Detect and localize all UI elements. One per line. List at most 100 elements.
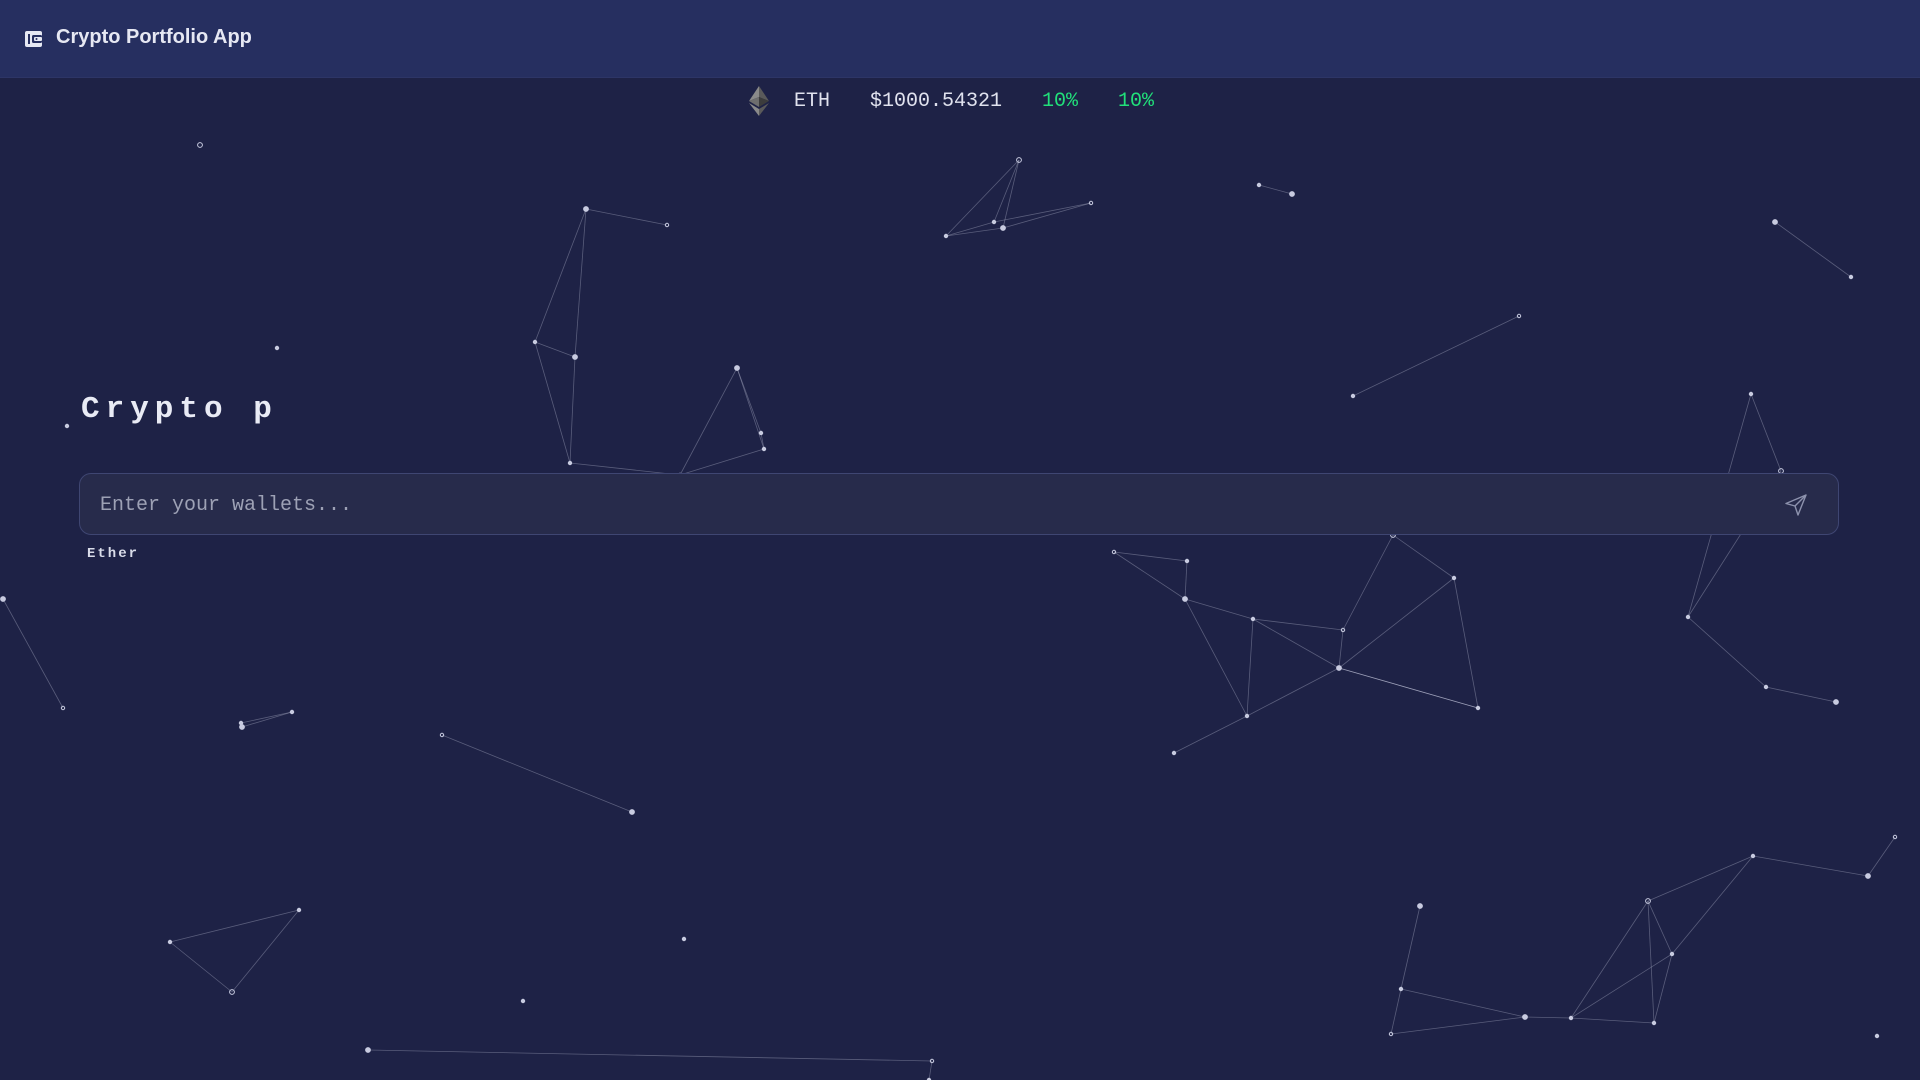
network-node bbox=[991, 219, 997, 225]
app-root: Crypto Portfolio App ETH $1000.54321 10%… bbox=[0, 0, 1920, 1080]
network-link bbox=[1774, 221, 1852, 278]
network-node bbox=[1289, 191, 1295, 197]
network-link bbox=[1246, 618, 1254, 717]
network-node bbox=[1772, 219, 1778, 225]
network-link bbox=[679, 367, 738, 476]
network-node bbox=[1171, 750, 1177, 756]
network-link bbox=[1252, 618, 1344, 631]
network-link bbox=[1246, 667, 1340, 717]
network-node bbox=[1568, 1015, 1574, 1021]
network-link bbox=[736, 367, 765, 450]
network-node bbox=[274, 345, 280, 351]
network-node bbox=[1748, 391, 1754, 397]
network-node bbox=[1651, 1020, 1657, 1026]
network-node bbox=[1848, 274, 1854, 280]
network-link bbox=[1184, 598, 1248, 717]
network-node bbox=[365, 1047, 371, 1053]
network-link bbox=[1390, 1016, 1526, 1035]
network-node bbox=[1833, 699, 1839, 705]
network-link bbox=[1671, 855, 1754, 955]
wallet-input[interactable] bbox=[98, 474, 1762, 536]
network-node bbox=[583, 206, 589, 212]
network-link bbox=[679, 448, 765, 476]
network-link bbox=[1570, 900, 1649, 1019]
page-heading: Crypto p bbox=[81, 392, 278, 427]
ticker-change-1: 10% bbox=[1042, 90, 1079, 113]
wallet-input-container bbox=[79, 473, 1839, 536]
wallet-icon bbox=[25, 31, 42, 47]
network-link bbox=[1338, 577, 1455, 669]
network-link bbox=[1352, 315, 1520, 397]
network-node bbox=[629, 809, 635, 815]
network-link bbox=[2, 598, 64, 709]
network-link bbox=[1867, 836, 1896, 877]
network-link bbox=[1570, 1017, 1655, 1024]
network-node bbox=[64, 423, 70, 429]
network-link bbox=[1342, 534, 1394, 631]
network-node bbox=[681, 936, 687, 942]
ticker-change-2: 10% bbox=[1118, 90, 1155, 113]
network-node bbox=[1763, 684, 1769, 690]
network-link bbox=[1258, 184, 1293, 195]
network-link bbox=[1453, 577, 1479, 709]
network-node bbox=[1182, 596, 1188, 602]
network-node bbox=[572, 354, 578, 360]
network-node bbox=[0, 596, 6, 602]
network-node bbox=[197, 142, 203, 148]
network-link bbox=[1570, 953, 1673, 1019]
network-link bbox=[241, 711, 293, 728]
network-link bbox=[569, 356, 576, 464]
network-node bbox=[1865, 873, 1871, 879]
network-node bbox=[1475, 705, 1481, 711]
ethereum-logo-icon bbox=[749, 86, 769, 116]
network-node bbox=[1350, 393, 1356, 399]
network-link bbox=[1400, 988, 1526, 1018]
send-icon[interactable] bbox=[1784, 493, 1808, 517]
network-node bbox=[567, 460, 573, 466]
app-title: Crypto Portfolio App bbox=[56, 26, 252, 48]
network-link bbox=[945, 159, 1020, 237]
network-link bbox=[441, 734, 633, 813]
network-node bbox=[532, 339, 538, 345]
network-link bbox=[1338, 629, 1344, 669]
network-node bbox=[1256, 182, 1262, 188]
network-link bbox=[585, 208, 668, 226]
network-node bbox=[1336, 665, 1342, 671]
network-link bbox=[1173, 715, 1248, 754]
network-node bbox=[1685, 614, 1691, 620]
network-node bbox=[167, 939, 173, 945]
network-link bbox=[1647, 900, 1655, 1024]
network-node bbox=[1398, 986, 1404, 992]
network-link bbox=[945, 227, 1004, 237]
network-link bbox=[534, 341, 576, 358]
network-link bbox=[1524, 1016, 1572, 1019]
network-link bbox=[231, 909, 300, 993]
network-node bbox=[758, 430, 764, 436]
network-link bbox=[1752, 855, 1869, 877]
network-link bbox=[240, 711, 293, 724]
network-link bbox=[1390, 988, 1402, 1035]
top-bar: Crypto Portfolio App bbox=[0, 0, 1920, 78]
network-node bbox=[1417, 903, 1423, 909]
network-node bbox=[761, 446, 767, 452]
network-node bbox=[1250, 616, 1256, 622]
wallet-suggestion[interactable]: Ether bbox=[87, 546, 139, 562]
network-node bbox=[296, 907, 302, 913]
network-link bbox=[1400, 905, 1421, 990]
network-node bbox=[1669, 951, 1675, 957]
network-link bbox=[534, 341, 571, 464]
network-link bbox=[1687, 616, 1767, 688]
network-link bbox=[1184, 560, 1188, 600]
network-link bbox=[1392, 534, 1455, 579]
network-node bbox=[1184, 558, 1190, 564]
network-node bbox=[1000, 225, 1006, 231]
network-node bbox=[520, 998, 526, 1004]
network-link bbox=[1252, 618, 1340, 669]
ticker-symbol: ETH bbox=[794, 90, 831, 113]
network-node bbox=[1244, 713, 1250, 719]
network-link bbox=[1750, 393, 1782, 472]
network-link bbox=[1647, 900, 1673, 955]
particle-network-background bbox=[0, 142, 1898, 1080]
network-link bbox=[1184, 598, 1254, 620]
network-node bbox=[1750, 853, 1756, 859]
